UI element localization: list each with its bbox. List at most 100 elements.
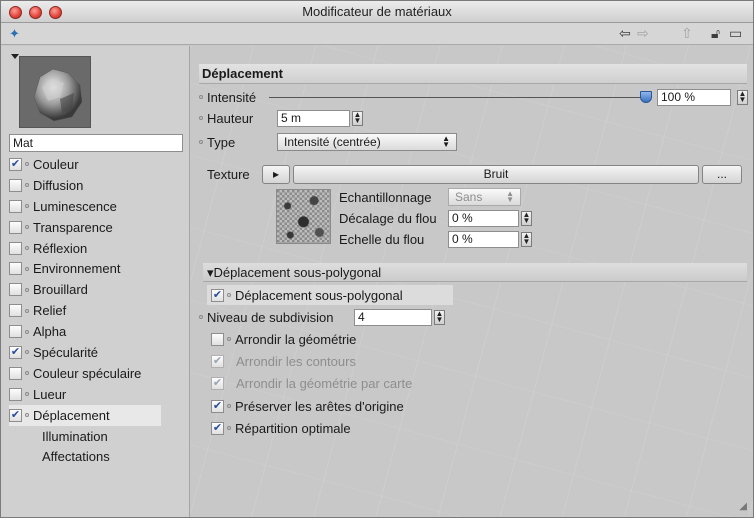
- item-affectations[interactable]: Affectations: [9, 446, 189, 467]
- pin-icon[interactable]: ✦: [9, 26, 20, 42]
- channel-relief[interactable]: Relief: [9, 300, 189, 321]
- option-preserver-aretes[interactable]: ✔ Préserver les arêtes d'origine: [211, 397, 404, 415]
- channel-reflexion[interactable]: Réflexion: [9, 238, 189, 259]
- decalage-label: Décalage du flou: [339, 210, 437, 226]
- option-arrondir-contours[interactable]: ✔ Arrondir les contours: [211, 352, 356, 370]
- title-bar: Modificateur de matériaux: [1, 1, 753, 23]
- type-row: Type Intensité (centrée) ▲ ▼: [199, 133, 457, 151]
- texture-name-button[interactable]: Bruit: [293, 164, 699, 184]
- channel-checkbox[interactable]: ✔: [9, 408, 22, 422]
- niveau-field[interactable]: 4: [354, 308, 432, 326]
- channel-specularite[interactable]: ✔ Spécularité: [9, 342, 189, 363]
- intensite-slider-handle[interactable]: [640, 91, 652, 103]
- new-window-icon[interactable]: ▭: [729, 25, 742, 42]
- attributes-panel: Déplacement Intensité 100 % ▲ ▼ Hauteur 5…: [191, 46, 753, 517]
- window-title: Modificateur de matériaux: [302, 4, 452, 19]
- decalage-spinner[interactable]: ▲ ▼: [521, 210, 532, 226]
- resize-grip-icon[interactable]: ◢: [739, 501, 747, 512]
- channel-checkbox[interactable]: [9, 387, 22, 401]
- texture-label: Texture: [207, 166, 250, 182]
- hauteur-label: Hauteur: [207, 110, 254, 126]
- bullet-icon: [199, 95, 203, 99]
- option-repartition-optimale[interactable]: ✔ Répartition optimale: [211, 419, 351, 437]
- intensite-field[interactable]: 100 %: [657, 88, 731, 106]
- channel-checkbox[interactable]: [9, 262, 22, 276]
- option-arrondir-geometrie-carte[interactable]: ✔ Arrondir la géométrie par carte: [211, 374, 412, 392]
- subpoly-enable-row[interactable]: ✔ Déplacement sous-polygonal: [207, 285, 453, 305]
- subpoly-group-header[interactable]: ▾Déplacement sous-polygonal: [203, 263, 747, 282]
- decalage-field[interactable]: 0 %: [448, 209, 519, 227]
- channel-list: ✔ Couleur Diffusion Luminescence Transpar…: [9, 154, 189, 467]
- bullet-icon: [227, 337, 231, 341]
- bullet-icon: [25, 204, 29, 209]
- back-arrow-icon[interactable]: ⇦: [619, 25, 631, 42]
- channel-checkbox[interactable]: ✔: [9, 345, 22, 359]
- channel-environnement[interactable]: Environnement: [9, 258, 189, 279]
- up-arrow-icon[interactable]: ⇧: [681, 25, 693, 42]
- intensite-row: Intensité: [199, 88, 256, 106]
- bullet-icon: [227, 426, 231, 430]
- item-illumination[interactable]: Illumination: [9, 426, 189, 447]
- channel-checkbox[interactable]: [9, 199, 22, 213]
- texture-more-button[interactable]: ...: [702, 164, 742, 184]
- texture-menu-button[interactable]: ▸: [262, 164, 290, 184]
- channel-brouillard[interactable]: Brouillard: [9, 279, 189, 300]
- niveau-label: Niveau de subdivision: [207, 309, 334, 325]
- channel-lueur[interactable]: Lueur: [9, 384, 189, 405]
- echelle-field[interactable]: 0 %: [448, 230, 519, 248]
- type-dropdown[interactable]: Intensité (centrée) ▲ ▼: [277, 133, 457, 151]
- option-checkbox[interactable]: ✔: [211, 354, 224, 368]
- channel-couleur[interactable]: ✔ Couleur: [9, 154, 189, 175]
- bullet-icon: [25, 371, 29, 376]
- channel-checkbox[interactable]: [9, 304, 22, 318]
- section-title: Déplacement: [199, 64, 747, 84]
- material-preview[interactable]: [19, 56, 91, 128]
- bullet-icon: [199, 116, 203, 120]
- bullet-icon: [25, 183, 29, 188]
- toolbar: ✦ ⇦ ⇨ ⇧ 🔓︎ ▭: [1, 23, 753, 45]
- bullet-icon: [25, 266, 29, 271]
- bullet-icon: [227, 404, 231, 408]
- option-arrondir-geometrie[interactable]: Arrondir la géométrie: [211, 330, 356, 348]
- niveau-spinner[interactable]: ▲ ▼: [434, 309, 445, 325]
- channel-luminescence[interactable]: Luminescence: [9, 196, 189, 217]
- hauteur-field[interactable]: 5 m: [277, 109, 350, 127]
- bullet-icon: [25, 162, 29, 167]
- material-name-field[interactable]: Mat: [9, 134, 183, 152]
- channel-checkbox[interactable]: [9, 325, 22, 339]
- channel-transparence[interactable]: Transparence: [9, 217, 189, 238]
- channel-checkbox[interactable]: [9, 241, 22, 255]
- intensite-value-group: 100 % ▲ ▼: [657, 88, 748, 106]
- hauteur-spinner[interactable]: ▲ ▼: [352, 110, 363, 126]
- channel-deplacement[interactable]: ✔ Déplacement: [9, 404, 161, 426]
- subpoly-enable-checkbox[interactable]: ✔: [211, 288, 224, 302]
- channel-checkbox[interactable]: [9, 366, 22, 380]
- bullet-icon: [25, 287, 29, 292]
- niveau-row: Niveau de subdivision 4 ▲ ▼: [199, 308, 445, 326]
- option-checkbox[interactable]: ✔: [211, 421, 224, 435]
- channel-checkbox[interactable]: [9, 220, 22, 234]
- forward-arrow-icon[interactable]: ⇨: [637, 25, 649, 42]
- decalage-row: Décalage du flou 0 % ▲ ▼: [339, 209, 532, 227]
- bullet-icon: [25, 246, 29, 250]
- material-editor-window: Modificateur de matériaux ✦ ⇦ ⇨ ⇧ 🔓︎ ▭ M…: [0, 0, 754, 518]
- option-checkbox[interactable]: [211, 332, 224, 346]
- channel-checkbox[interactable]: [9, 178, 22, 192]
- echantillonnage-dropdown[interactable]: Sans ▲ ▼: [448, 188, 521, 206]
- intensite-spinner[interactable]: ▲ ▼: [737, 89, 748, 105]
- intensite-slider-track[interactable]: [269, 97, 649, 98]
- channel-diffusion[interactable]: Diffusion: [9, 175, 189, 196]
- bullet-icon: [25, 308, 29, 313]
- intensite-label: Intensité: [207, 89, 257, 105]
- option-checkbox[interactable]: ✔: [211, 376, 224, 390]
- channel-panel: Mat ✔ Couleur Diffusion Luminescence Tran…: [1, 46, 190, 517]
- preview-menu-arrow-icon[interactable]: [11, 54, 19, 59]
- channel-alpha[interactable]: Alpha: [9, 321, 189, 342]
- channel-checkbox[interactable]: [9, 283, 22, 297]
- option-checkbox[interactable]: ✔: [211, 399, 224, 413]
- channel-checkbox[interactable]: ✔: [9, 157, 22, 171]
- lock-icon[interactable]: 🔓︎: [711, 25, 720, 42]
- triangle-right-icon: ▸: [272, 166, 280, 181]
- channel-couleur-speculaire[interactable]: Couleur spéculaire: [9, 363, 189, 384]
- echelle-spinner[interactable]: ▲ ▼: [521, 231, 532, 247]
